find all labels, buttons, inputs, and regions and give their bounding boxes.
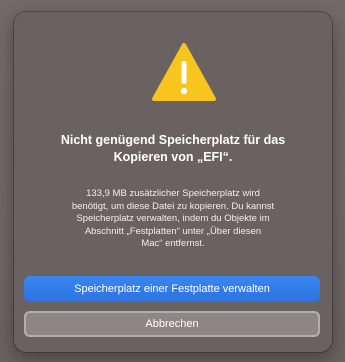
dialog-message-line: Abschnitt „Festplatten“ unter „Über dies… [84, 225, 262, 237]
manage-storage-button-label: Speicherplatz einer Festplatte verwalten [74, 283, 270, 295]
dialog-title-line: Kopieren von „EFI“. [113, 150, 233, 164]
dialog-message-line: 133,9 MB zusätzlicher Speicherplatz wird [86, 188, 260, 199]
cancel-button[interactable]: Abbrechen [24, 311, 320, 337]
warning-triangle-icon [152, 43, 216, 101]
manage-storage-button[interactable]: Speicherplatz einer Festplatte verwalten [24, 276, 320, 302]
dialog-message: 133,9 MB zusätzlicher Speicherplatz wird… [24, 188, 322, 251]
dialog-message-line: Speicherplatz verwalten, indem du Objekt… [76, 213, 270, 225]
dialog-title-line: Nicht genügend Speicherplatz für das [60, 133, 286, 147]
dialog-message-line: Mac“ entfernst. [141, 238, 205, 250]
cancel-button-label: Abbrechen [145, 318, 199, 330]
dialog-message-line: benötigt, um diese Datei zu kopieren. Du… [71, 200, 275, 212]
dialog-title: Nicht genügend Speicherplatz für das Kop… [24, 132, 322, 166]
